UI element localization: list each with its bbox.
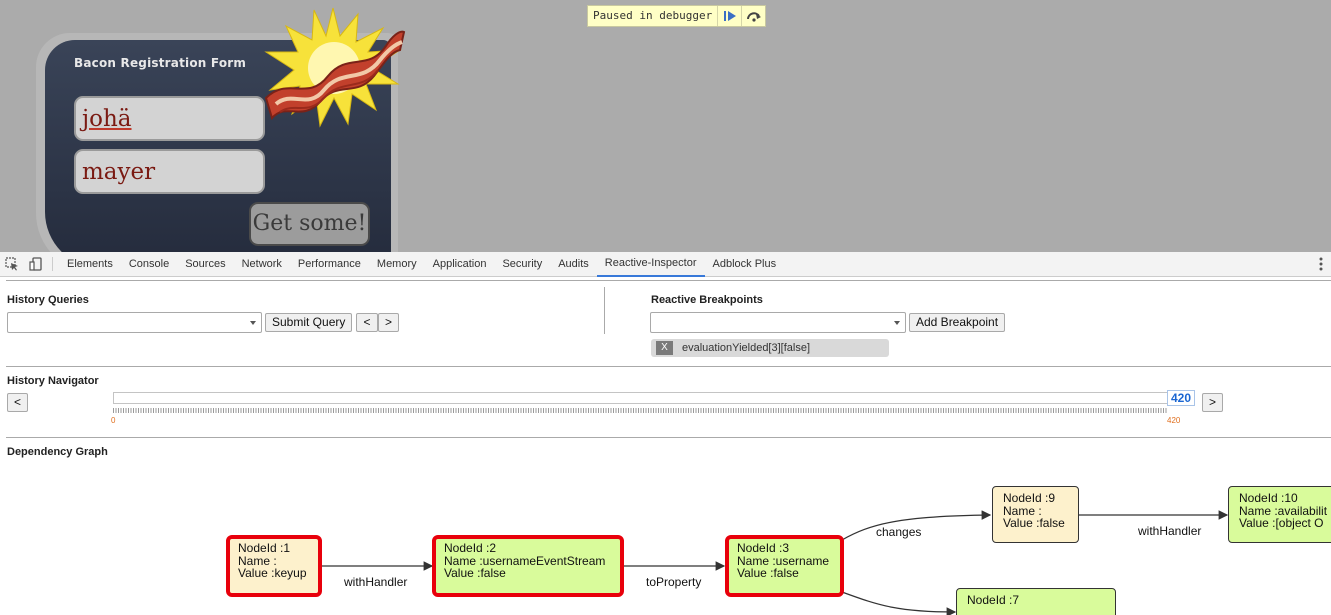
graph-node[interactable]: NodeId :1 Name : Value :keyup: [226, 535, 322, 597]
node-value: Value :false: [1003, 516, 1065, 530]
node-value: Value :keyup: [238, 566, 307, 580]
tab-adblock-plus[interactable]: Adblock Plus: [705, 252, 785, 276]
tab-performance[interactable]: Performance: [290, 252, 369, 276]
debugger-paused-text: Paused in debugger: [593, 9, 713, 22]
add-breakpoint-button[interactable]: Add Breakpoint: [909, 313, 1006, 332]
last-name-field[interactable]: mayer: [74, 149, 265, 194]
graph-node[interactable]: NodeId :7: [956, 588, 1116, 615]
edge-label: withHandler: [1138, 524, 1202, 538]
tab-network[interactable]: Network: [234, 252, 290, 276]
reactive-breakpoints-label: Reactive Breakpoints: [651, 294, 763, 306]
inspect-cursor-icon: [5, 257, 18, 271]
node-id: NodeId :9: [1003, 491, 1056, 505]
middle-divider: [6, 366, 1331, 367]
last-name-value: mayer: [82, 159, 156, 185]
history-query-select[interactable]: [7, 312, 262, 333]
tab-sources[interactable]: Sources: [177, 252, 233, 276]
bacon-logo-icon: [264, 7, 406, 128]
breakpoint-select[interactable]: [650, 312, 906, 333]
remove-breakpoint-button[interactable]: X: [656, 341, 673, 355]
tab-security[interactable]: Security: [494, 252, 550, 276]
navigator-next-button[interactable]: >: [1202, 393, 1223, 412]
graph-node[interactable]: NodeId :2 Name :usernameEventStream Valu…: [432, 535, 624, 597]
tab-application[interactable]: Application: [425, 252, 495, 276]
node-value: Value :false: [737, 566, 799, 580]
graph-edges: [320, 510, 1229, 615]
edge-label: toProperty: [646, 575, 702, 589]
node-value: Value :false: [444, 566, 506, 580]
get-some-button[interactable]: Get some!: [249, 202, 370, 246]
more-options-icon[interactable]: [1317, 256, 1325, 272]
edge-line: [841, 591, 957, 615]
history-max-label: 420: [1167, 416, 1181, 425]
node-id: NodeId :7: [967, 593, 1020, 607]
first-name-value: johä: [82, 106, 132, 132]
chevron-down-icon: [894, 321, 900, 325]
node-id: NodeId :1: [238, 541, 291, 555]
resume-icon: [723, 11, 736, 21]
query-next-button[interactable]: >: [378, 313, 399, 332]
history-slider-ticks: [113, 408, 1168, 413]
inspect-element-button[interactable]: [0, 252, 24, 277]
edge-label: changes: [876, 525, 922, 539]
graph-node[interactable]: NodeId :10 Name :availabilit Value :[obj…: [1228, 486, 1331, 543]
submit-query-button[interactable]: Submit Query: [265, 313, 353, 332]
dependency-graph: withHandler toProperty changes withHandl…: [0, 470, 1331, 615]
step-over-icon: [746, 12, 761, 22]
tab-audits[interactable]: Audits: [550, 252, 597, 276]
form-title: Bacon Registration Form: [74, 56, 247, 70]
bottom-divider: [6, 437, 1331, 438]
navigator-prev-button[interactable]: <: [7, 393, 28, 412]
tab-elements[interactable]: Elements: [59, 252, 121, 276]
devtools-tabbar: Elements Console Sources Network Perform…: [0, 252, 1331, 277]
resume-button[interactable]: [717, 6, 741, 26]
device-mode-icon: [29, 257, 42, 271]
device-toolbar-button[interactable]: [24, 252, 48, 277]
chevron-down-icon: [250, 321, 256, 325]
first-name-field[interactable]: johä: [74, 96, 265, 141]
graph-node[interactable]: NodeId :9 Name : Value :false: [992, 486, 1079, 543]
tab-console[interactable]: Console: [121, 252, 177, 276]
node-id: NodeId :10: [1239, 491, 1298, 505]
dependency-graph-label: Dependency Graph: [7, 446, 108, 458]
history-navigator-label: History Navigator: [7, 375, 99, 387]
screen: Paused in debugger Bacon Registration Fo…: [0, 0, 1331, 615]
node-id: NodeId :3: [737, 541, 790, 555]
toolbar-divider: [52, 257, 53, 271]
query-prev-button[interactable]: <: [356, 313, 378, 332]
breakpoint-text: evaluationYielded[3][false]: [682, 342, 811, 354]
history-min-label: 0: [111, 416, 116, 425]
step-over-button[interactable]: [741, 6, 765, 26]
tab-reactive-inspector[interactable]: Reactive-Inspector: [596, 251, 705, 277]
tab-memory[interactable]: Memory: [369, 252, 425, 276]
section-divider: [604, 287, 605, 334]
breakpoint-item: X evaluationYielded[3][false]: [651, 339, 889, 357]
node-value: Value :[object O: [1239, 516, 1324, 530]
debugger-paused-banner: Paused in debugger: [587, 5, 767, 27]
top-divider: [6, 280, 1331, 281]
history-slider-thumb[interactable]: 420: [1167, 390, 1195, 406]
history-slider[interactable]: [113, 392, 1168, 404]
edge-label: withHandler: [344, 575, 408, 589]
inspected-page: Paused in debugger Bacon Registration Fo…: [0, 0, 1331, 252]
history-queries-label: History Queries: [7, 294, 89, 306]
node-id: NodeId :2: [444, 541, 497, 555]
graph-node[interactable]: NodeId :3 Name :username Value :false: [725, 535, 844, 597]
